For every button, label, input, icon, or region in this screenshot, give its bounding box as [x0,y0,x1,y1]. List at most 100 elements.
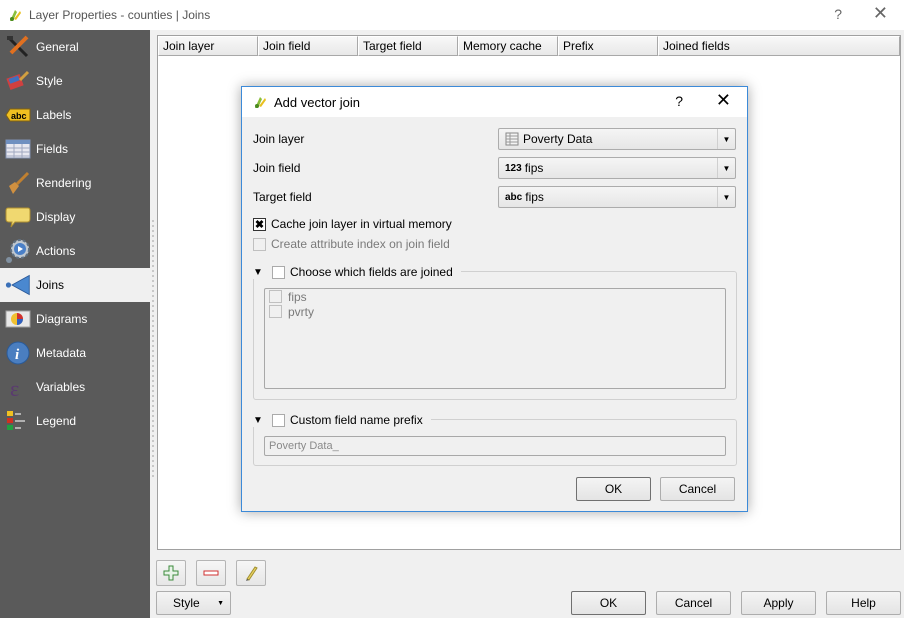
sidebar-item-diagrams[interactable]: Diagrams [0,302,150,336]
checkbox-checked[interactable]: ✖ [253,217,266,231]
sidebar-item-label: Variables [36,380,86,394]
join-field-value: fips [524,161,544,175]
field-checkbox[interactable] [269,305,282,318]
cancel-button[interactable]: Cancel [656,591,731,615]
table-layer-icon [505,132,519,146]
style-label: Style [173,596,200,610]
sidebar-item-display[interactable]: Display [0,200,150,234]
add-vector-join-dialog: Add vector join ? ✕ Join layer Poverty D… [241,86,748,512]
joined-fields-list: fips pvrty [264,288,726,389]
collapse-triangle-icon[interactable]: ▼ [253,267,267,278]
svg-text:ε: ε [10,376,19,400]
sidebar-item-labels[interactable]: abc Labels [0,98,150,132]
window-title: Layer Properties - counties | Joins [29,8,211,22]
abc-label-icon: abc [5,102,31,128]
chevron-down-icon: ▼ [717,158,735,178]
create-attribute-index-checkbox[interactable]: Create attribute index on join field [253,237,450,251]
close-icon[interactable]: ✕ [716,90,731,111]
sidebar-item-fields[interactable]: Fields [0,132,150,166]
help-icon[interactable]: ? [675,93,683,109]
window-titlebar: Layer Properties - counties | Joins ? ✕ [0,0,904,30]
column-header-prefix[interactable]: Prefix [558,36,658,56]
sidebar-item-label: Joins [36,278,65,292]
legend-icon [5,408,31,434]
sidebar-item-joins[interactable]: Joins [0,268,150,302]
sidebar-item-label: Actions [36,244,76,258]
epsilon-icon: ε [5,374,31,400]
chevron-down-icon: ▼ [717,129,735,149]
qgis-logo-icon [10,10,21,21]
column-header-joined-fields[interactable]: Joined fields [658,36,900,56]
remove-join-button[interactable] [196,560,226,586]
joined-fields-group-header: ▼ Choose which fields are joined [253,265,461,279]
join-field-combo[interactable]: 123 fips ▼ [498,157,736,179]
edit-join-button[interactable] [236,560,266,586]
sidebar-item-variables[interactable]: ε Variables [0,370,150,404]
target-field-combo[interactable]: abc fips ▼ [498,186,736,208]
collapse-triangle-icon[interactable]: ▼ [253,415,267,426]
sidebar-item-label: Legend [36,414,77,428]
choose-fields-label: Choose which fields are joined [290,265,453,279]
pie-diagram-icon [5,306,31,332]
custom-prefix-label: Custom field name prefix [290,413,423,427]
dialog-ok-button[interactable]: OK [576,477,651,501]
sidebar-item-label: Rendering [36,176,92,190]
column-header-join-field[interactable]: Join field [258,36,358,56]
sidebar-item-legend[interactable]: Legend [0,404,150,438]
list-item[interactable]: pvrty [265,304,725,319]
plus-icon [163,565,179,581]
cache-join-layer-checkbox[interactable]: ✖ Cache join layer in virtual memory [253,217,452,231]
pencil-icon [246,566,258,581]
dialog-cancel-button[interactable]: Cancel [660,477,735,501]
ok-button[interactable]: OK [571,591,646,615]
field-name: pvrty [288,304,315,319]
list-item[interactable]: fips [265,289,725,304]
join-field-label: Join field [253,161,301,175]
custom-prefix-checkbox[interactable] [272,413,285,427]
prefix-group-header: ▼ Custom field name prefix [253,413,431,427]
sidebar-splitter[interactable] [150,30,156,618]
sidebar-item-label: Metadata [36,346,87,360]
apply-button[interactable]: Apply [741,591,816,615]
join-layer-label: Join layer [253,132,305,146]
create-attribute-index-label: Create attribute index on join field [271,237,450,251]
dialog-title: Add vector join [274,94,360,110]
chevron-down-icon: ▼ [717,187,735,207]
field-checkbox[interactable] [269,290,282,303]
checkbox-unchecked[interactable] [253,237,266,251]
sidebar-item-style[interactable]: Style [0,64,150,98]
qgis-logo-icon [255,97,266,108]
sidebar-item-metadata[interactable]: i Metadata [0,336,150,370]
join-arrow-icon [5,272,31,298]
sidebar-item-general[interactable]: General [0,30,150,64]
speech-bubble-icon [5,204,31,230]
add-join-button[interactable] [156,560,186,586]
paintbrush-icon [5,68,31,94]
close-icon[interactable]: ✕ [873,3,888,24]
tools-icon [5,34,31,60]
help-button[interactable]: Help [826,591,901,615]
help-icon[interactable]: ? [834,6,842,22]
sidebar-item-rendering[interactable]: Rendering [0,166,150,200]
style-dropdown-button[interactable]: Style ▼ [156,591,231,615]
sidebar-item-label: Labels [36,108,72,122]
column-header-target-field[interactable]: Target field [358,36,458,56]
choose-fields-checkbox[interactable] [272,265,285,279]
integer-type-icon: 123 [505,162,522,174]
brush-icon [5,170,31,196]
sidebar-item-actions[interactable]: Actions [0,234,150,268]
sidebar-item-label: Diagrams [36,312,88,326]
column-header-memory-cache[interactable]: Memory cache [458,36,558,56]
sidebar-item-label: Fields [36,142,69,156]
field-name: fips [288,289,307,304]
dialog-titlebar: Add vector join ? ✕ [242,87,747,117]
minus-icon [203,570,219,576]
sidebar-item-label: Display [36,210,76,224]
prefix-input[interactable] [264,436,726,456]
sidebar-item-label: General [36,40,79,54]
target-field-value: fips [525,190,544,204]
column-header-join-layer[interactable]: Join layer [158,36,258,56]
table-icon [5,136,31,162]
join-layer-combo[interactable]: Poverty Data ▼ [498,128,736,150]
string-type-icon: abc [505,191,523,203]
